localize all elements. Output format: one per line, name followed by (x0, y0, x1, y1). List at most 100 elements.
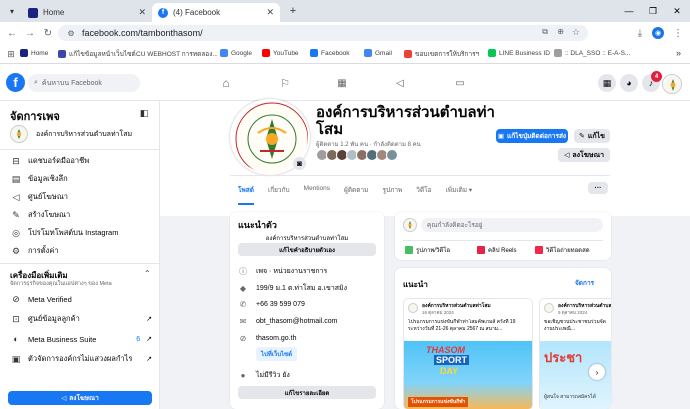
reels-icon (477, 246, 485, 254)
tab-mentions[interactable]: Mentions (304, 185, 330, 205)
menu-kebab-icon[interactable]: ⋮ (672, 27, 684, 39)
site-info-icon[interactable]: ⚙ (66, 29, 76, 38)
edit-bio-button[interactable]: แก้ไขคำอธิบายตัวเอง (238, 243, 376, 256)
bookmarks-bar: ⊞ Home แก้ไขข้อมูลหน้าเว็บไซต์ CU WEBHOS… (0, 44, 690, 64)
ads-megaphone-icon[interactable]: ◁ (392, 75, 408, 91)
advertise-button[interactable]: ◁ ลงโฆษณา (8, 391, 152, 405)
new-tab-button[interactable]: + (286, 4, 300, 18)
account-avatar[interactable] (662, 74, 682, 94)
tab-photos[interactable]: รูปภาพ (382, 185, 402, 205)
minimize-icon[interactable]: — (622, 4, 636, 18)
banner-caption: ผู้สนใจ สามารถสมัครได้ (544, 394, 596, 400)
close-icon[interactable]: ✕ (138, 7, 146, 18)
bookmark-item[interactable]: Facebook (310, 49, 350, 57)
visit-website-link[interactable]: ไปที่เว็บไซต์ (256, 347, 297, 361)
marketplace-icon[interactable]: ▦ (334, 75, 350, 91)
tab-posts[interactable]: โพสต์ (238, 185, 254, 205)
business-suite-icon: ◐ (13, 334, 19, 344)
tool-item-meta-verified[interactable]: ⊘ Meta Verified (10, 293, 72, 305)
facebook-search-input[interactable]: ⌕ ค้นหาบน Facebook (28, 74, 140, 92)
post-image: THASOM SPORT DAY โปรแกรมการแข่งขันกีฬา (404, 341, 532, 409)
sidebar-item-instagram[interactable]: ◎ โปรโมทโพสต์บน Instagram (10, 227, 118, 239)
address-bar[interactable]: ⚙ facebook.com/tambonthasom/ ⧉ ⊕ ☆ (58, 25, 588, 41)
camera-icon[interactable]: ◙ (293, 157, 306, 170)
close-icon[interactable]: ✕ (266, 7, 274, 18)
bookmark-item[interactable]: CU WEBHOST การทดลอง... (133, 49, 217, 59)
intro-card: แนะนำตัว องค์การบริหารส่วนตำบลท่าโสม แก้… (230, 212, 384, 409)
bookmarks-overflow-button[interactable]: » (676, 48, 681, 58)
avatar (386, 149, 398, 161)
bookmark-favicon-icon (20, 49, 28, 57)
forward-icon[interactable]: → (24, 27, 36, 39)
more-options-button[interactable]: ··· (588, 182, 608, 194)
zoom-icon[interactable]: ⊕ (557, 27, 564, 36)
window-close-icon[interactable]: ✕ (670, 4, 684, 18)
sidebar-item-settings[interactable]: ⚙ การตั้งค่า (10, 245, 59, 257)
menu-grid-icon[interactable]: ▦ (598, 74, 616, 92)
sidebar-page-switcher[interactable]: องค์การบริหารส่วนตำบลท่าโสม (10, 125, 132, 143)
carousel-next-icon[interactable]: › (589, 364, 605, 380)
nonprofit-icon: ▣ (11, 353, 21, 364)
bookmark-item[interactable]: :: DLA_SSO :: E-A-S... (554, 49, 630, 57)
divider (0, 263, 160, 264)
tool-item-customer-center[interactable]: ⊡ ศูนย์ข้อมูลลูกค้า ↗ (10, 313, 152, 325)
composer-reels-button[interactable]: คลิป Reels (477, 245, 517, 255)
featured-post-card[interactable]: องค์การบริหารส่วนตำบลท่าโสม 16 ตุลาคม 20… (403, 298, 533, 409)
edit-details-button[interactable]: แก้ไขรายละเอียด (238, 386, 376, 399)
bookmark-item[interactable]: Home (20, 49, 48, 57)
bookmark-item[interactable]: แก้ไขข้อมูลหน้าเว็บไซต์ (58, 49, 136, 59)
bookmark-item[interactable]: Gmail (364, 49, 392, 57)
bookmark-item[interactable]: ขอบเขตการให้บริการฯ (404, 49, 479, 59)
intro-title: แนะนำตัว (238, 220, 277, 230)
bookmark-item[interactable]: YouTube (262, 49, 299, 57)
post-date: 16 ตุลาคม 2024 (422, 310, 454, 315)
composer-live-button[interactable]: วิดีโอถ่ายทอดสด (535, 245, 590, 255)
tab-followers[interactable]: ผู้ติดตาม (344, 185, 368, 205)
composer-photo-button[interactable]: รูปภาพ/วิดีโอ (405, 245, 450, 255)
tab-about[interactable]: เกี่ยวกับ (268, 185, 290, 205)
tool-item-nonprofit[interactable]: ▣ ตัวจัดการองค์กรไม่แสวงผลกำไร ↗ (10, 353, 152, 365)
bookmark-item[interactable]: LINE Business ID (488, 49, 550, 57)
chevron-up-icon[interactable]: ⌃ (144, 269, 151, 278)
banner-line: THASOM (426, 345, 465, 355)
sidebar-item-dashboard[interactable]: ⊟ แดชบอร์ดมืออาชีพ (10, 155, 89, 167)
instagram-icon: ◎ (12, 227, 20, 238)
composer-input[interactable]: คุณกำลังคิดอะไรอยู่ (421, 218, 603, 232)
bookmark-item[interactable]: Google (220, 49, 252, 57)
tab-title: (4) Facebook (173, 8, 221, 17)
download-icon[interactable]: ⤓ (634, 27, 646, 39)
home-nav-icon[interactable]: ⌂ (218, 75, 234, 91)
bookmark-star-icon[interactable]: ☆ (572, 27, 580, 38)
browser-tab-home[interactable]: Home ✕ (22, 3, 152, 22)
back-icon[interactable]: ← (6, 27, 18, 39)
tab-more[interactable]: เพิ่มเติม ▾ (446, 185, 473, 205)
browser-tab-facebook[interactable]: f (4) Facebook ✕ (152, 3, 280, 22)
pages-flag-icon[interactable]: ⚐ (277, 75, 293, 91)
tool-item-business-suite[interactable]: ◐ Meta Business Suite 6 ↗ (10, 333, 152, 345)
avatar (544, 303, 554, 313)
install-app-icon[interactable]: ⧉ (542, 27, 548, 37)
profile-avatar-icon[interactable]: ◉ (652, 27, 664, 39)
featured-post-card[interactable]: องค์การบริหารส่วนตำบลท่าโสม 9 ตุลาคม 202… (539, 298, 611, 409)
notifications-tray-icon[interactable]: ▭ (452, 75, 468, 91)
advertise-header-button[interactable]: ◁ ลงโฆษณา (558, 148, 610, 162)
tab-videos[interactable]: วิดีโอ (416, 185, 431, 205)
edit-page-button[interactable]: ✎ แก้ไข (574, 129, 610, 143)
manage-featured-link[interactable]: จัดการ (575, 278, 594, 288)
bookmark-favicon-icon (310, 49, 318, 57)
messenger-icon[interactable]: ◕ (620, 74, 638, 92)
facebook-logo-icon[interactable]: f (6, 73, 25, 92)
sidebar-item-insights[interactable]: ▤ ข้อมูลเชิงลึก (10, 173, 68, 185)
sidebar-item-ad-center[interactable]: ◁ ศูนย์โฆษณา (10, 191, 68, 203)
edit-contact-button[interactable]: ▣ แก้ไขปุ่มติดต่อการส่ง (496, 129, 568, 143)
browser-toolbar: ← → ↻ ⚙ facebook.com/tambonthasom/ ⧉ ⊕ ☆… (0, 22, 690, 44)
intro-website[interactable]: ⊘ thasom.go.th (238, 334, 297, 343)
sidebar-page-name: องค์การบริหารส่วนตำบลท่าโสม (36, 130, 133, 138)
intro-email[interactable]: ✉ obt_thasom@hotmail.com (238, 317, 338, 326)
sidebar-item-create-ad[interactable]: ✎ สร้างโฆษณา (10, 209, 70, 221)
apps-grid-icon[interactable]: ⊞ (6, 49, 16, 59)
tab-list-icon[interactable]: ▾ (6, 5, 18, 17)
maximize-icon[interactable]: ❐ (646, 4, 660, 18)
collapse-panel-icon[interactable]: ◧ (138, 107, 150, 119)
reload-icon[interactable]: ↻ (42, 27, 54, 39)
